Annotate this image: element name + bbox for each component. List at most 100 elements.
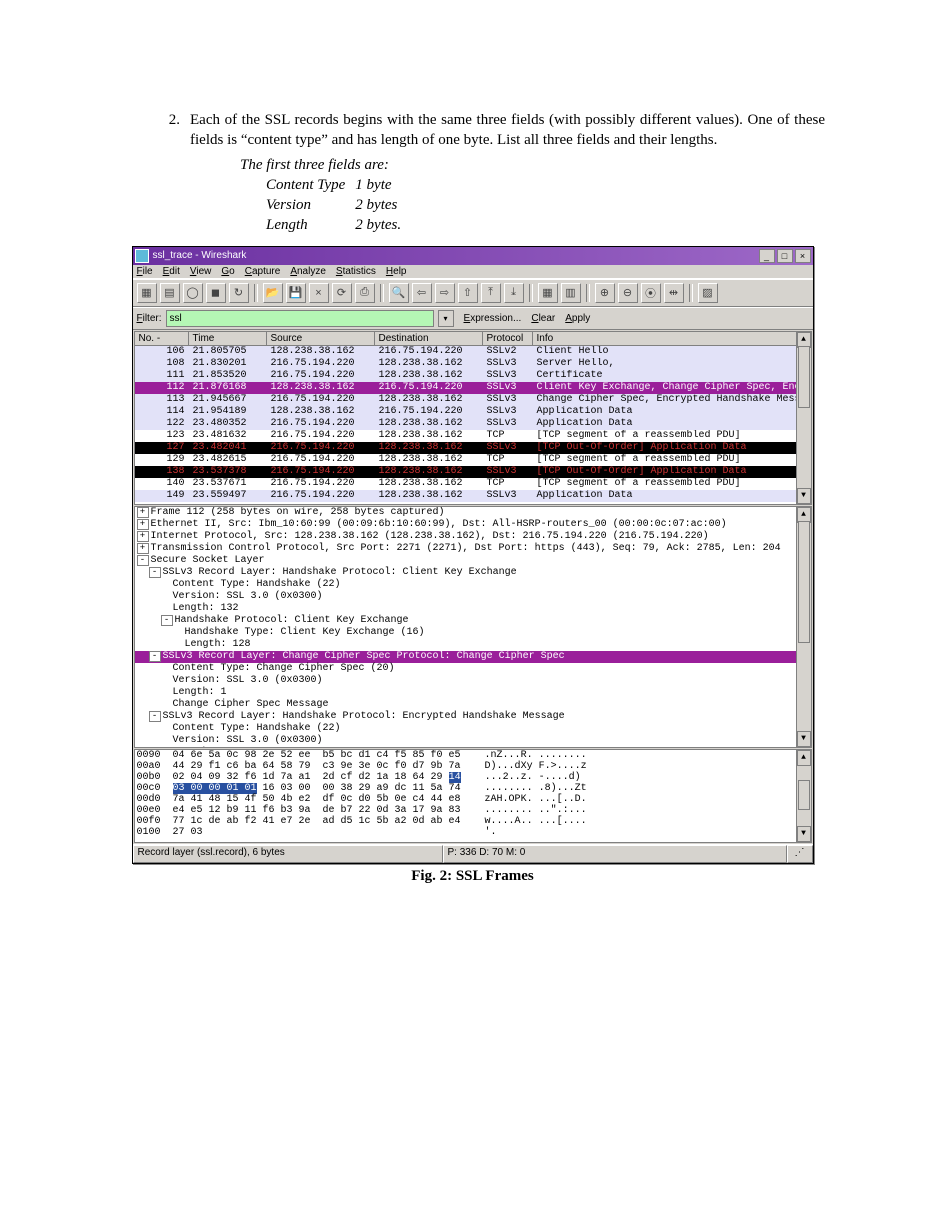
scrollbar[interactable]: ▲ ▼ xyxy=(796,750,811,842)
detail-line[interactable]: Content Type: Handshake (22) xyxy=(135,579,811,591)
detail-line[interactable]: Content Type: Change Cipher Spec (20) xyxy=(135,663,811,675)
tb-zoom-in[interactable]: ⊕ xyxy=(595,283,615,303)
menu-edit[interactable]: Edit xyxy=(163,266,180,277)
filter-expression[interactable]: Expression... xyxy=(464,313,522,324)
menu-file[interactable]: File xyxy=(137,266,153,277)
tb-stop[interactable]: ◼ xyxy=(206,283,226,303)
packet-row[interactable]: 11121.853520216.75.194.220128.238.38.162… xyxy=(135,370,811,382)
hex-line[interactable]: 00b0 02 04 09 32 f6 1d 7a a1 2d cf d2 1a… xyxy=(135,772,811,783)
scroll-up-icon[interactable]: ▲ xyxy=(797,750,811,766)
tb-autoscroll[interactable]: ▥ xyxy=(561,283,581,303)
detail-line[interactable]: +Ethernet II, Src: Ibm_10:60:99 (00:09:6… xyxy=(135,519,811,531)
detail-line[interactable]: Content Type: Handshake (22) xyxy=(135,723,811,735)
col-destination[interactable]: Destination xyxy=(375,332,483,345)
hex-line[interactable]: 0090 04 6e 5a 0c 98 2e 52 ee b5 bc d1 c4… xyxy=(135,750,811,761)
menu-view[interactable]: View xyxy=(190,266,212,277)
detail-line[interactable]: +Internet Protocol, Src: 128.238.38.162 … xyxy=(135,531,811,543)
packet-row[interactable]: 10621.805705128.238.38.162216.75.194.220… xyxy=(135,346,811,358)
tb-options[interactable]: ▤ xyxy=(160,283,180,303)
scroll-down-icon[interactable]: ▼ xyxy=(797,826,811,842)
packet-list-header[interactable]: No. - Time Source Destination Protocol I… xyxy=(135,332,811,346)
menu-capture[interactable]: Capture xyxy=(245,266,281,277)
hex-line[interactable]: 00e0 e4 e5 12 b9 11 f6 b3 9a de b7 22 0d… xyxy=(135,805,811,816)
detail-line[interactable]: Version: SSL 3.0 (0x0300) xyxy=(135,675,811,687)
detail-line[interactable]: Length: 132 xyxy=(135,603,811,615)
detail-line[interactable]: +Frame 112 (258 bytes on wire, 258 bytes… xyxy=(135,507,811,519)
scroll-thumb[interactable] xyxy=(798,346,810,408)
packet-row[interactable]: 14023.537671216.75.194.220128.238.38.162… xyxy=(135,478,811,490)
detail-line[interactable]: -SSLv3 Record Layer: Change Cipher Spec … xyxy=(135,651,811,663)
tb-start[interactable]: ◯ xyxy=(183,283,203,303)
titlebar[interactable]: ssl_trace - Wireshark _ □ × xyxy=(133,247,813,265)
detail-line[interactable]: +Transmission Control Protocol, Src Port… xyxy=(135,543,811,555)
packet-row[interactable]: 13823.537378216.75.194.220128.238.38.162… xyxy=(135,466,811,478)
detail-line[interactable]: -SSLv3 Record Layer: Handshake Protocol:… xyxy=(135,567,811,579)
filter-clear[interactable]: Clear xyxy=(531,313,555,324)
filter-dropdown[interactable]: ▾ xyxy=(438,310,454,327)
tb-capture-filters[interactable]: ▨ xyxy=(698,283,718,303)
tb-close[interactable]: × xyxy=(309,283,329,303)
detail-line[interactable]: Length: 56 xyxy=(135,747,811,748)
maximize-button[interactable]: □ xyxy=(777,249,793,263)
col-source[interactable]: Source xyxy=(267,332,375,345)
packet-bytes-pane[interactable]: 0090 04 6e 5a 0c 98 2e 52 ee b5 bc d1 c4… xyxy=(134,749,812,843)
menu-analyze[interactable]: Analyze xyxy=(290,266,326,277)
packet-row[interactable]: 12323.481632216.75.194.220128.238.38.162… xyxy=(135,430,811,442)
tb-save[interactable]: 💾 xyxy=(286,283,306,303)
tb-reload[interactable]: ⟳ xyxy=(332,283,352,303)
packet-row[interactable]: 10821.830201216.75.194.220128.238.38.162… xyxy=(135,358,811,370)
packet-row[interactable]: 12923.482615216.75.194.220128.238.38.162… xyxy=(135,454,811,466)
hex-line[interactable]: 0100 27 03 '. xyxy=(135,827,811,838)
hex-line[interactable]: 00d0 7a 41 48 15 4f 50 4b e2 df 0c d0 5b… xyxy=(135,794,811,805)
tb-back[interactable]: ⇦ xyxy=(412,283,432,303)
tb-find[interactable]: 🔍 xyxy=(389,283,409,303)
scrollbar[interactable]: ▲ ▼ xyxy=(796,332,811,504)
col-no[interactable]: No. - xyxy=(135,332,189,345)
packet-row[interactable]: 12723.482041216.75.194.220128.238.38.162… xyxy=(135,442,811,454)
packet-row[interactable]: 14923.559497216.75.194.220128.238.38.162… xyxy=(135,490,811,502)
detail-line[interactable]: Handshake Type: Client Key Exchange (16) xyxy=(135,627,811,639)
scroll-down-icon[interactable]: ▼ xyxy=(797,488,811,504)
packet-row[interactable]: 12223.480352216.75.194.220128.238.38.162… xyxy=(135,418,811,430)
tb-colorize[interactable]: ▦ xyxy=(538,283,558,303)
close-button[interactable]: × xyxy=(795,249,811,263)
resize-grip-icon[interactable]: ⋰ xyxy=(787,845,813,863)
col-info[interactable]: Info xyxy=(533,332,811,345)
scrollbar[interactable]: ▲ ▼ xyxy=(796,507,811,747)
packet-row[interactable]: 11221.876168128.238.38.162216.75.194.220… xyxy=(135,382,811,394)
packet-row[interactable]: 11321.945667216.75.194.220128.238.38.162… xyxy=(135,394,811,406)
detail-line[interactable]: -SSLv3 Record Layer: Handshake Protocol:… xyxy=(135,711,811,723)
menu-go[interactable]: Go xyxy=(221,266,234,277)
tb-interfaces[interactable]: ▦ xyxy=(137,283,157,303)
hex-line[interactable]: 00c0 03 00 00 01 01 16 03 00 00 38 29 a9… xyxy=(135,783,811,794)
tb-last[interactable]: ⤓ xyxy=(504,283,524,303)
detail-line[interactable]: -Handshake Protocol: Client Key Exchange xyxy=(135,615,811,627)
packet-details-pane[interactable]: +Frame 112 (258 bytes on wire, 258 bytes… xyxy=(134,506,812,748)
tb-zoom-out[interactable]: ⊖ xyxy=(618,283,638,303)
tb-resize-cols[interactable]: ⇹ xyxy=(664,283,684,303)
hex-line[interactable]: 00f0 77 1c de ab f2 41 e7 2e ad d5 1c 5b… xyxy=(135,816,811,827)
filter-input[interactable] xyxy=(166,310,434,327)
tb-restart[interactable]: ↻ xyxy=(229,283,249,303)
scroll-thumb[interactable] xyxy=(798,521,810,643)
minimize-button[interactable]: _ xyxy=(759,249,775,263)
detail-line[interactable]: Change Cipher Spec Message xyxy=(135,699,811,711)
detail-line[interactable]: Length: 1 xyxy=(135,687,811,699)
col-time[interactable]: Time xyxy=(189,332,267,345)
scroll-down-icon[interactable]: ▼ xyxy=(797,731,811,747)
tb-print[interactable]: ⎙ xyxy=(355,283,375,303)
scroll-thumb[interactable] xyxy=(798,780,810,810)
detail-line[interactable]: Version: SSL 3.0 (0x0300) xyxy=(135,591,811,603)
menu-statistics[interactable]: Statistics xyxy=(336,266,376,277)
tb-zoom-100[interactable]: ⦿ xyxy=(641,283,661,303)
detail-line[interactable]: Length: 128 xyxy=(135,639,811,651)
filter-apply[interactable]: Apply xyxy=(565,313,590,324)
col-protocol[interactable]: Protocol xyxy=(483,332,533,345)
tb-forward[interactable]: ⇨ xyxy=(435,283,455,303)
menu-help[interactable]: Help xyxy=(386,266,407,277)
packet-list-pane[interactable]: No. - Time Source Destination Protocol I… xyxy=(134,331,812,505)
tb-first[interactable]: ⤒ xyxy=(481,283,501,303)
packet-row[interactable]: 11421.954189128.238.38.162216.75.194.220… xyxy=(135,406,811,418)
tb-open[interactable]: 📂 xyxy=(263,283,283,303)
hex-line[interactable]: 00a0 44 29 f1 c6 ba 64 58 79 c3 9e 3e 0c… xyxy=(135,761,811,772)
